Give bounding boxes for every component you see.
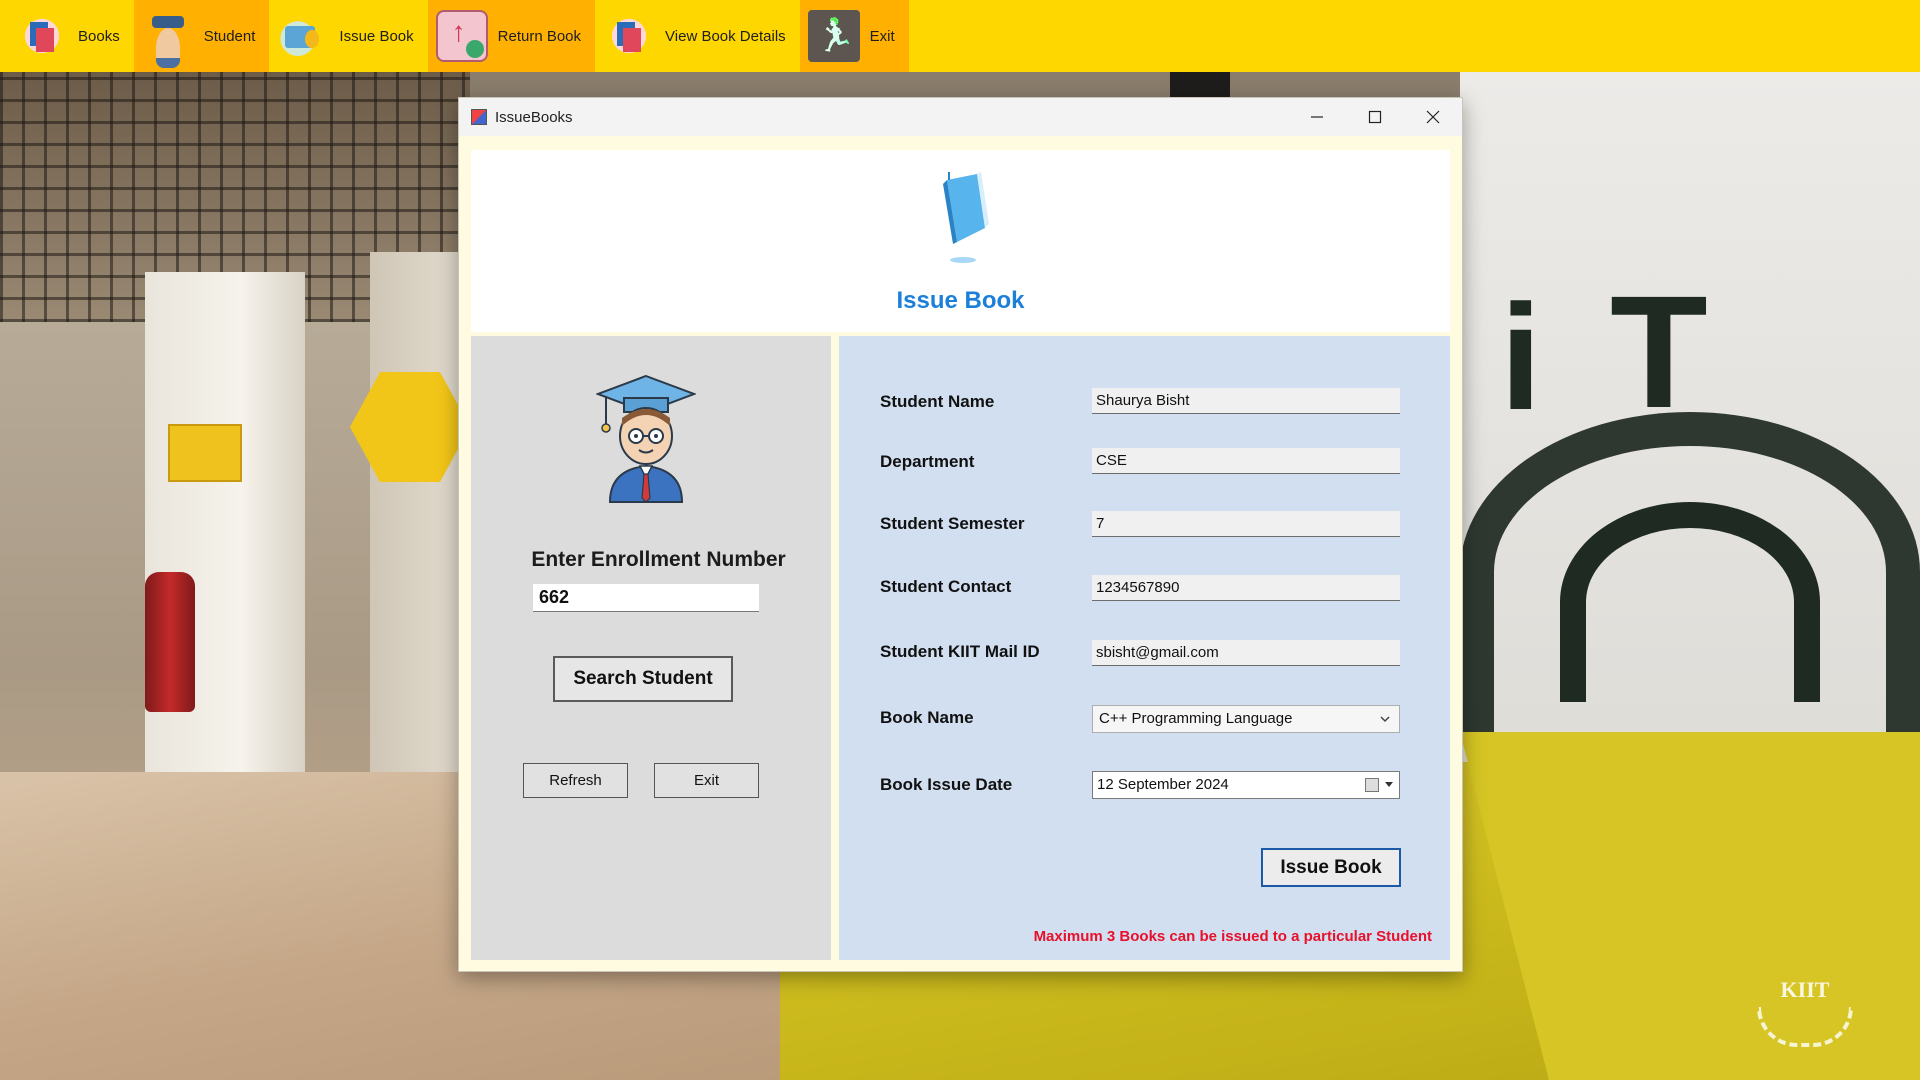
close-icon [1426,110,1440,124]
toolbar-return-book-button[interactable]: Return Book [427,0,596,72]
toolbar-view-book-details-label: View Book Details [665,27,786,45]
maximize-button[interactable] [1346,98,1404,136]
return-book-icon [435,10,488,62]
toolbar-return-book-label: Return Book [497,27,582,45]
page-title: Issue Book [896,287,1025,314]
window-title: IssueBooks [495,108,573,126]
department-field[interactable] [1092,448,1400,474]
student-name-field[interactable] [1092,388,1400,414]
student-semester-field[interactable] [1092,511,1400,537]
bg-wall-letter-i: i [1500,273,1542,441]
book-name-selected-value: C++ Programming Language [1099,710,1293,727]
student-graduate-icon [596,374,696,503]
issue-books-window: IssueBooks Issue Book Enter Enrollment N… [458,97,1463,972]
toolbar-view-book-details-button[interactable]: View Book Details [595,0,800,72]
enrollment-label: Enter Enrollment Number [531,548,786,571]
student-mail-field[interactable] [1092,640,1400,666]
student-mail-label: Student KIIT Mail ID [880,642,1040,661]
dropdown-caret-icon[interactable] [1385,782,1393,787]
close-button[interactable] [1404,98,1462,136]
books-icon [16,10,68,62]
student-contact-field[interactable] [1092,575,1400,601]
view-book-details-icon [603,10,656,62]
student-icon [142,10,194,68]
logo-arc [1757,1007,1853,1047]
header-panel: Issue Book [471,150,1450,332]
department-label: Department [880,452,975,471]
student-name-label: Student Name [880,392,995,411]
bg-pillar [145,272,305,832]
student-contact-label: Student Contact [880,577,1012,596]
issue-limit-note: Maximum 3 Books can be issued to a parti… [1033,928,1432,945]
toolbar-exit-label: Exit [869,27,895,45]
student-details-form: Student Name Department Student Semester… [839,336,1450,960]
toolbar-exit-button[interactable]: Exit [799,0,909,72]
book-icon [943,172,989,263]
book-name-dropdown[interactable]: C++ Programming Language [1092,705,1400,733]
minimize-icon [1311,116,1323,118]
toolbar-issue-book-label: Issue Book [339,27,414,45]
search-student-button[interactable]: Search Student [553,656,733,702]
bg-wall-gear [1560,502,1820,702]
minimize-button[interactable] [1288,98,1346,136]
chevron-down-icon [1380,716,1390,723]
refresh-button[interactable]: Refresh [523,763,628,798]
exit-runner-icon [807,10,860,62]
student-semester-label: Student Semester [880,514,1025,533]
toolbar-issue-book-button[interactable]: Issue Book [269,0,427,72]
toolbar-books-label: Books [78,27,120,45]
exit-button[interactable]: Exit [654,763,759,798]
window-controls [1288,98,1462,136]
window-titlebar[interactable]: IssueBooks [459,98,1462,136]
maximize-icon [1368,110,1382,124]
issue-book-button[interactable]: Issue Book [1261,848,1401,887]
toolbar-student-label: Student [203,27,256,45]
issue-date-value: 12 September 2024 [1097,776,1229,793]
book-issue-date-label: Book Issue Date [880,775,1013,794]
issue-book-icon [277,10,330,62]
toolbar-books-button[interactable]: Books [8,0,134,72]
main-toolbar: Books Student Issue Book Return Book Vie… [0,0,1920,72]
toolbar-student-button[interactable]: Student [133,0,270,72]
bg-fire-extinguisher [145,572,195,712]
bg-notice-board [168,424,242,482]
kiit-watermark-logo: KIIT [1755,977,1855,1047]
bg-wall-letter-t: T [1610,262,1708,441]
logo-text: KIIT [1780,977,1830,1002]
book-name-label: Book Name [880,708,974,727]
enrollment-number-input[interactable] [533,584,759,612]
search-panel: Enter Enrollment Number Search Student R… [471,336,831,960]
calendar-icon[interactable] [1365,778,1379,792]
book-issue-date-picker[interactable]: 12 September 2024 [1092,771,1400,799]
app-icon [471,109,487,125]
